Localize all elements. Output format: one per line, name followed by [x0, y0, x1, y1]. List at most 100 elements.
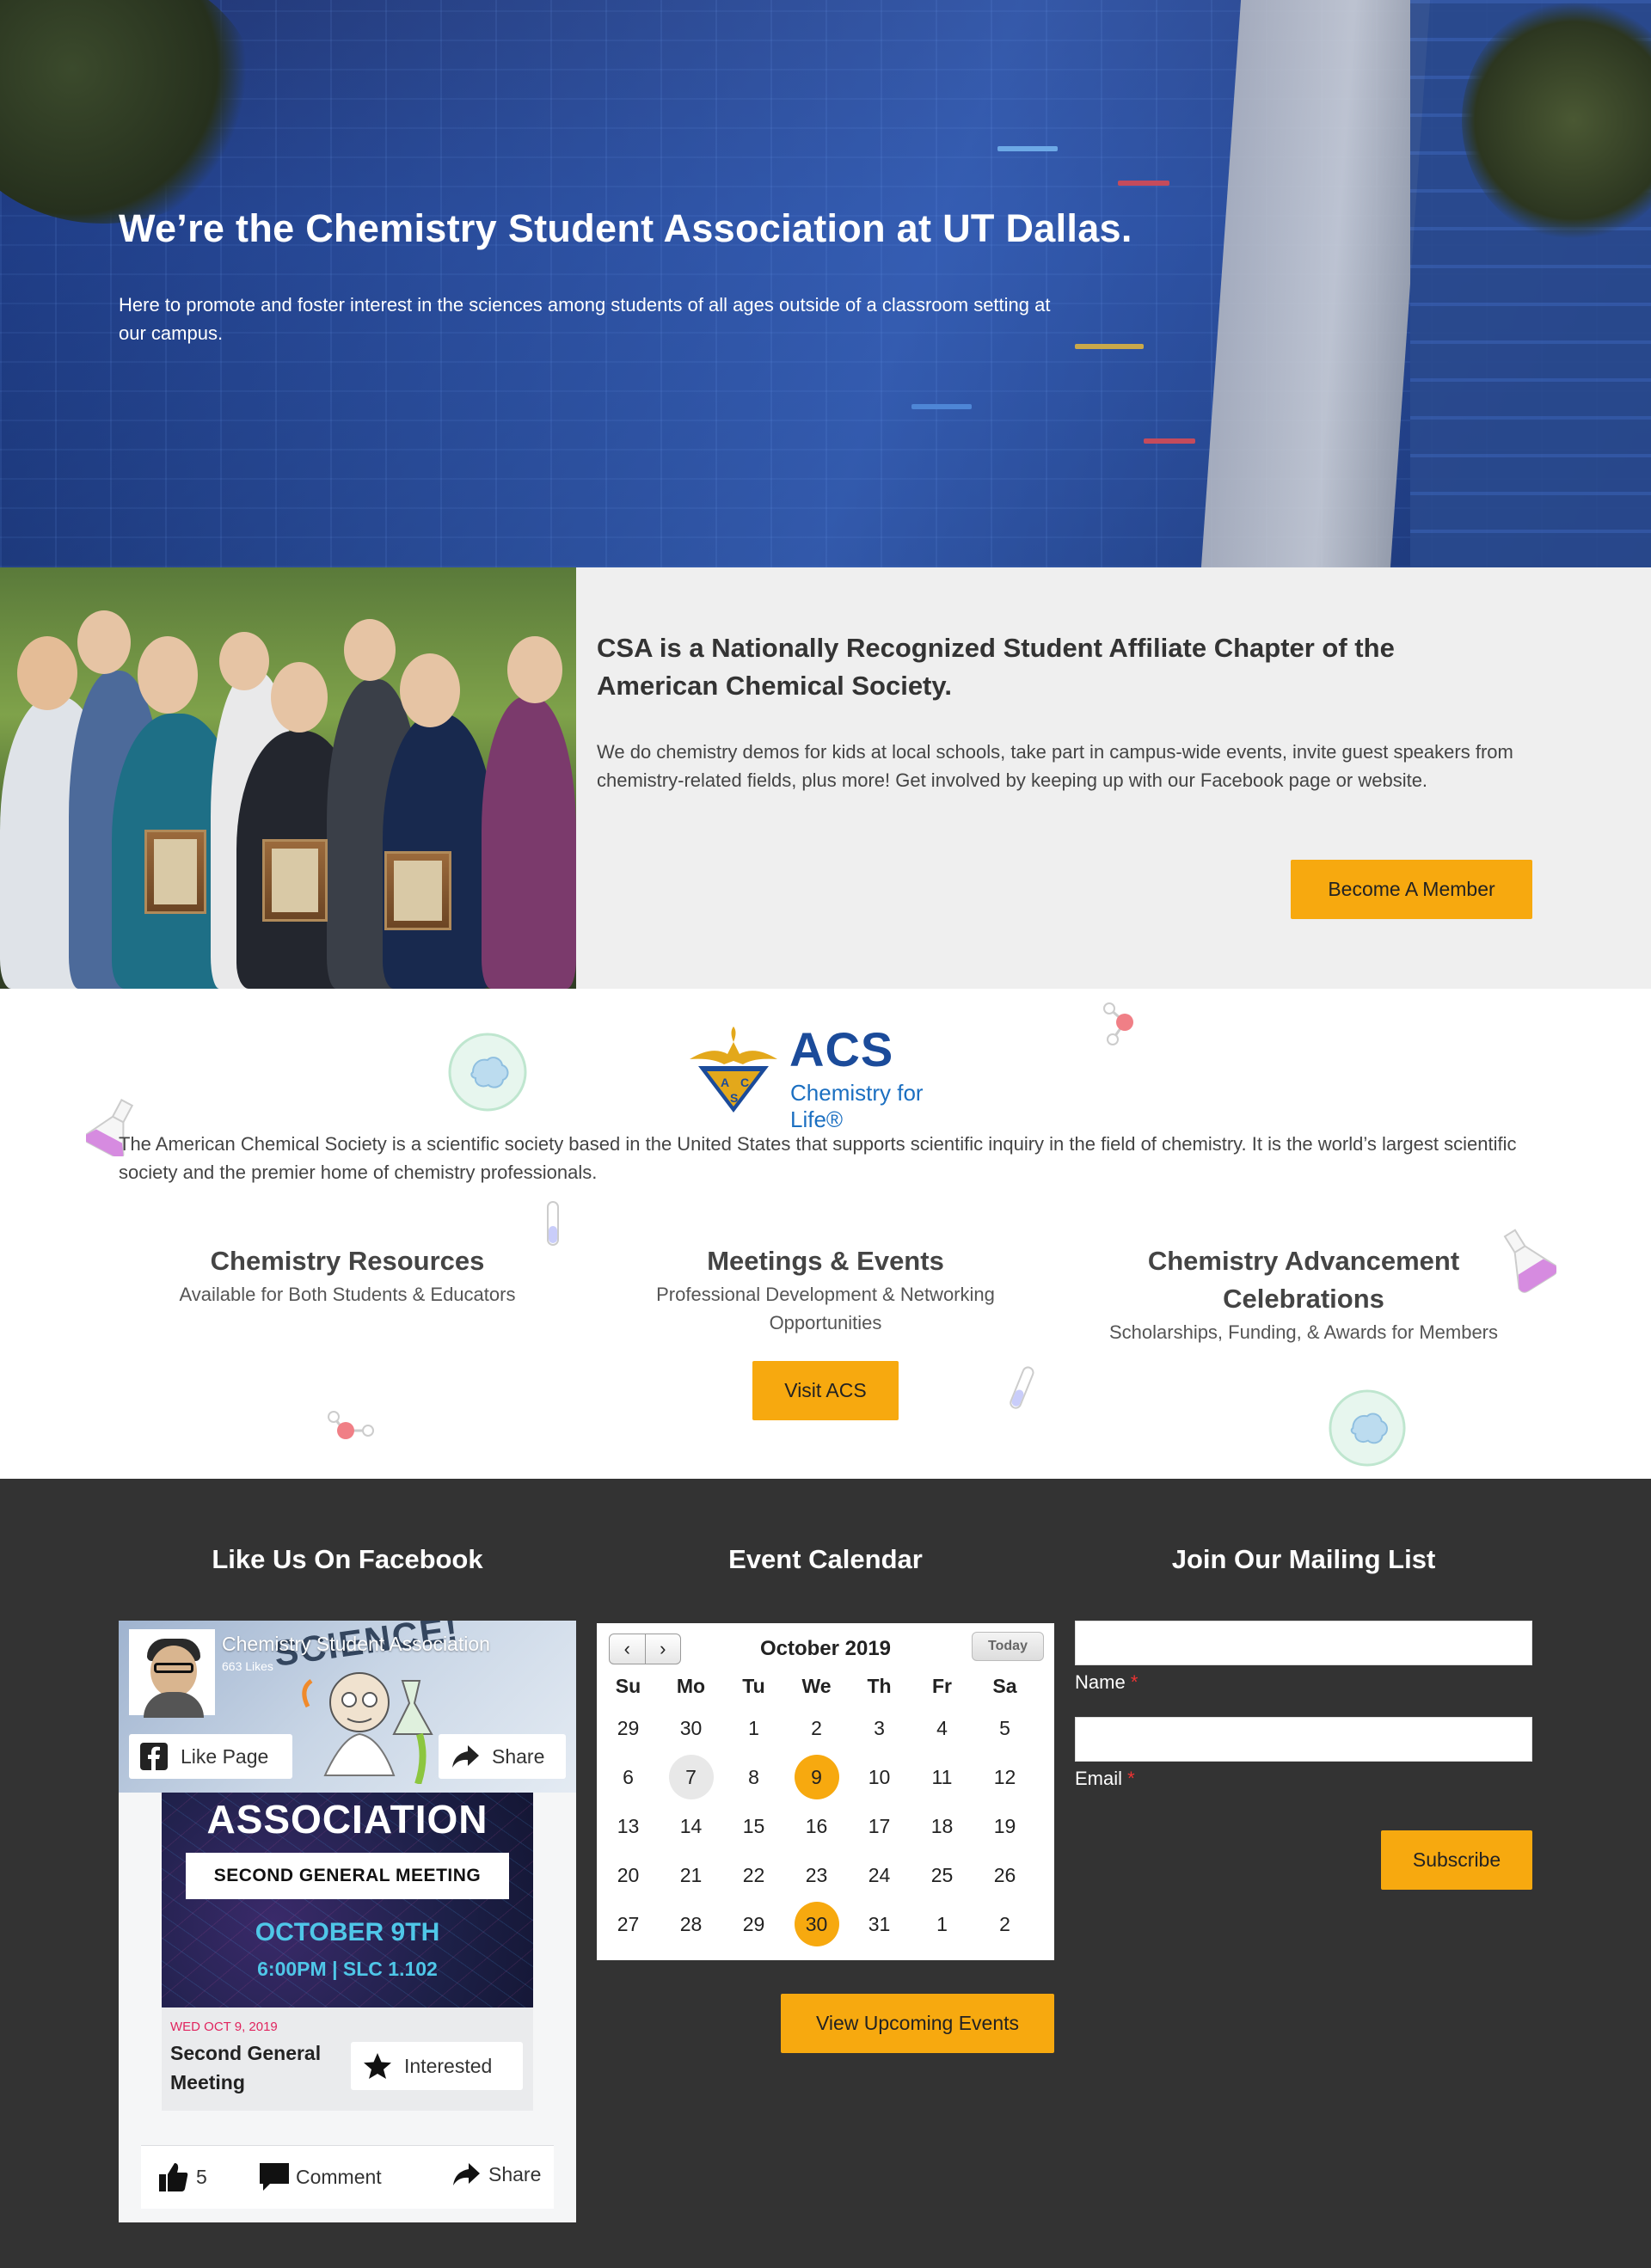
- calendar-day[interactable]: 29: [732, 1902, 776, 1946]
- calendar-day[interactable]: 16: [795, 1804, 839, 1848]
- calendar-day[interactable]: 14: [669, 1804, 714, 1848]
- acs-description: The American Chemical Society is a scien…: [119, 1133, 1517, 1183]
- interested-button[interactable]: Interested: [351, 2042, 523, 2090]
- calendar-day[interactable]: 2: [983, 1902, 1028, 1946]
- calendar-day[interactable]: 1: [732, 1706, 776, 1750]
- like-count: 5: [196, 2165, 207, 2188]
- thumbs-up-icon: [159, 2163, 188, 2191]
- svg-text:A: A: [721, 1076, 729, 1089]
- post-actions: 5 Comment Share: [141, 2145, 554, 2209]
- acs-logo[interactable]: A C S ACS Chemistry for Life®: [686, 1021, 970, 1132]
- calendar-day[interactable]: 6: [606, 1755, 651, 1799]
- hero-banner: We’re the Chemistry Student Association …: [0, 0, 1651, 567]
- calendar-day[interactable]: 30: [669, 1706, 714, 1750]
- molecule-icon: [1103, 1002, 1133, 1045]
- share-page-label: Share: [492, 1744, 545, 1768]
- calendar-day[interactable]: 20: [606, 1853, 651, 1897]
- name-input[interactable]: [1075, 1621, 1532, 1665]
- calendar-day[interactable]: 21: [669, 1853, 714, 1897]
- resources-title: Chemistry Resources: [210, 1246, 485, 1276]
- calendar-day[interactable]: 12: [983, 1755, 1028, 1799]
- calendar-day[interactable]: 3: [857, 1706, 902, 1750]
- post-title: ASSOCIATION: [206, 1797, 488, 1842]
- weekday-header: Fr: [932, 1675, 952, 1697]
- mailing-heading: Join Our Mailing List: [1171, 1544, 1436, 1574]
- calendar-day[interactable]: 11: [920, 1755, 965, 1799]
- calendar-day[interactable]: 31: [857, 1902, 902, 1946]
- like-action[interactable]: 5: [158, 2161, 207, 2192]
- acs-seal-icon: A C S: [690, 1027, 777, 1113]
- event-card[interactable]: WED OCT 9, 2019 Second General Meeting I…: [162, 2007, 533, 2111]
- acs-wordmark: ACS: [789, 1022, 894, 1076]
- weekday-header: We: [801, 1675, 832, 1697]
- calendar-day[interactable]: 25: [920, 1853, 965, 1897]
- calendar-day[interactable]: 15: [732, 1804, 776, 1848]
- calendar-heading: Event Calendar: [728, 1544, 923, 1574]
- meetings-column: Meetings & Events Professional Developme…: [602, 1242, 1049, 1337]
- calendar-day[interactable]: 2: [795, 1706, 839, 1750]
- celebrations-column: Chemistry Advancement Celebrations Schol…: [1080, 1242, 1527, 1346]
- today-button[interactable]: Today: [972, 1632, 1044, 1661]
- comment-icon: [260, 2163, 289, 2191]
- hero-title: We’re the Chemistry Student Association …: [119, 206, 1132, 250]
- csa-heading: CSA is a Nationally Recognized Student A…: [597, 633, 1395, 701]
- petri-dish-icon: [448, 1033, 527, 1112]
- facebook-cover: SCIENCE! Chemistry Student Association 6…: [119, 1621, 576, 1793]
- calendar-day[interactable]: 8: [732, 1755, 776, 1799]
- share-label: Share: [488, 2162, 542, 2185]
- calendar-day[interactable]: 27: [606, 1902, 651, 1946]
- like-page-button[interactable]: Like Page: [129, 1734, 292, 1779]
- calendar-day[interactable]: 17: [857, 1804, 902, 1848]
- facebook-heading: Like Us On Facebook: [212, 1544, 483, 1574]
- event-calendar: ‹ › October 2019 Today Su Mo Tu We Th Fr Sa 29 3…: [597, 1623, 1054, 1960]
- cartoon-scientist-icon: [302, 1672, 433, 1784]
- page-name[interactable]: Chemistry Student Association: [222, 1633, 490, 1656]
- share-action[interactable]: Share: [451, 2161, 541, 2187]
- calendar-day[interactable]: 13: [606, 1804, 651, 1848]
- calendar-day[interactable]: 5: [983, 1706, 1028, 1750]
- hero-subtitle: Here to promote and foster interest in t…: [119, 294, 1051, 344]
- subscribe-button[interactable]: Subscribe: [1381, 1830, 1532, 1890]
- facebook-widget: SCIENCE! Chemistry Student Association 6…: [119, 1621, 576, 2222]
- calendar-day[interactable]: 22: [732, 1853, 776, 1897]
- petri-dish-icon: [1329, 1389, 1406, 1467]
- calendar-day[interactable]: 26: [983, 1853, 1028, 1897]
- molecule-icon: [328, 1411, 374, 1439]
- calendar-day[interactable]: 19: [983, 1804, 1028, 1848]
- group-photo: [0, 567, 576, 989]
- visit-acs-button[interactable]: Visit ACS: [752, 1361, 899, 1420]
- calendar-day[interactable]: 30: [794, 1902, 839, 1946]
- acs-section: A C S ACS Chemistry for Life® The Americ…: [0, 989, 1651, 1479]
- test-tube-icon: [547, 1201, 559, 1246]
- csa-section: CSA is a Nationally Recognized Student A…: [0, 567, 1651, 989]
- event-date: WED OCT 9, 2019: [170, 2020, 278, 2034]
- calendar-day[interactable]: 28: [669, 1902, 714, 1946]
- meetings-title: Meetings & Events: [707, 1246, 944, 1276]
- view-events-button[interactable]: View Upcoming Events: [781, 1994, 1054, 2053]
- post-date: OCTOBER 9TH: [255, 1918, 440, 1946]
- calendar-day[interactable]: 1: [920, 1902, 965, 1946]
- celebrations-title: Chemistry Advancement Celebrations: [1147, 1246, 1460, 1314]
- calendar-day[interactable]: 24: [857, 1853, 902, 1897]
- interested-label: Interested: [404, 2054, 493, 2077]
- test-tube-icon: [1010, 1366, 1034, 1409]
- event-title[interactable]: Second General Meeting: [170, 2038, 342, 2097]
- calendar-day[interactable]: 4: [920, 1706, 965, 1750]
- email-label: Email *: [1075, 1768, 1135, 1789]
- calendar-day[interactable]: 18: [920, 1804, 965, 1848]
- post-time: 6:00PM | SLC 1.102: [257, 1958, 438, 1980]
- calendar-day[interactable]: 9: [794, 1755, 839, 1799]
- email-input[interactable]: [1075, 1717, 1532, 1762]
- calendar-day[interactable]: 23: [795, 1853, 839, 1897]
- weekday-header: Th: [867, 1675, 892, 1697]
- page-avatar[interactable]: [129, 1629, 215, 1718]
- footer: Like Us On Facebook Event Calendar Join …: [0, 1479, 1651, 2268]
- comment-action[interactable]: Comment: [258, 2161, 382, 2192]
- become-member-button[interactable]: Become A Member: [1291, 860, 1532, 919]
- calendar-day[interactable]: 10: [857, 1755, 902, 1799]
- calendar-day[interactable]: 29: [606, 1706, 651, 1750]
- star-icon: [364, 2053, 391, 2079]
- post-image[interactable]: ASSOCIATION SECOND GENERAL MEETING OCTOB…: [162, 1793, 533, 2007]
- share-page-button[interactable]: Share: [439, 1734, 566, 1779]
- calendar-day[interactable]: 7: [668, 1755, 714, 1799]
